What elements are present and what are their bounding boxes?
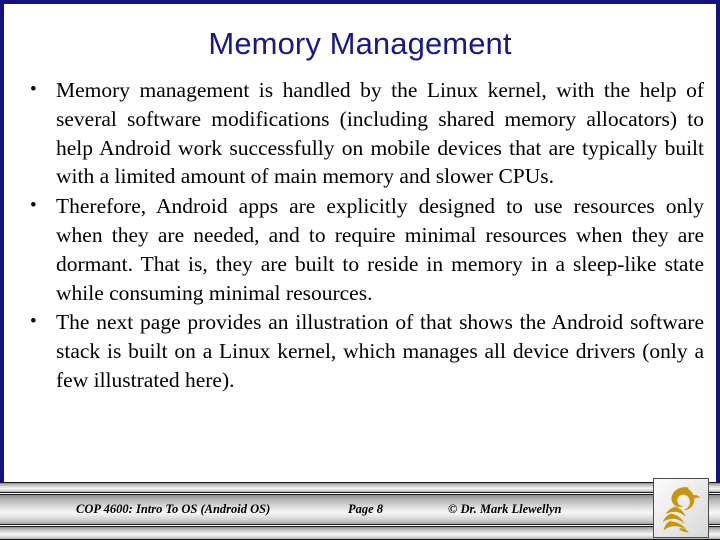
- bullet-text: Therefore, Android apps are explicitly d…: [56, 194, 704, 305]
- bullet-item: Memory management is handled by the Linu…: [14, 76, 704, 191]
- slide: Memory Management Memory management is h…: [0, 0, 720, 540]
- footer-text-row: COP 4600: Intro To OS (Android OS) Page …: [0, 494, 720, 525]
- pegasus-icon: [662, 487, 701, 533]
- footer-bar-top: [0, 482, 720, 493]
- slide-border-left: [0, 0, 4, 482]
- slide-border-top: [0, 0, 720, 4]
- bullet-item: Therefore, Android apps are explicitly d…: [14, 192, 704, 307]
- slide-footer: COP 4600: Intro To OS (Android OS) Page …: [0, 482, 720, 540]
- footer-course-label: COP 4600: Intro To OS (Android OS): [76, 502, 271, 516]
- slide-body: Memory management is handled by the Linu…: [14, 76, 704, 396]
- footer-page-number: Page 8: [348, 502, 384, 516]
- slide-border-right: [716, 0, 720, 482]
- bullet-text: Memory management is handled by the Linu…: [56, 78, 704, 189]
- footer-copyright: © Dr. Mark Llewellyn: [448, 502, 562, 516]
- bullet-item: The next page provides an illustration o…: [14, 308, 704, 394]
- ucf-pegasus-logo: [653, 478, 709, 538]
- slide-title: Memory Management: [208, 26, 512, 61]
- footer-bar-bottom: [0, 526, 720, 540]
- bullet-list: Memory management is handled by the Linu…: [14, 76, 704, 395]
- bullet-text: The next page provides an illustration o…: [56, 310, 704, 392]
